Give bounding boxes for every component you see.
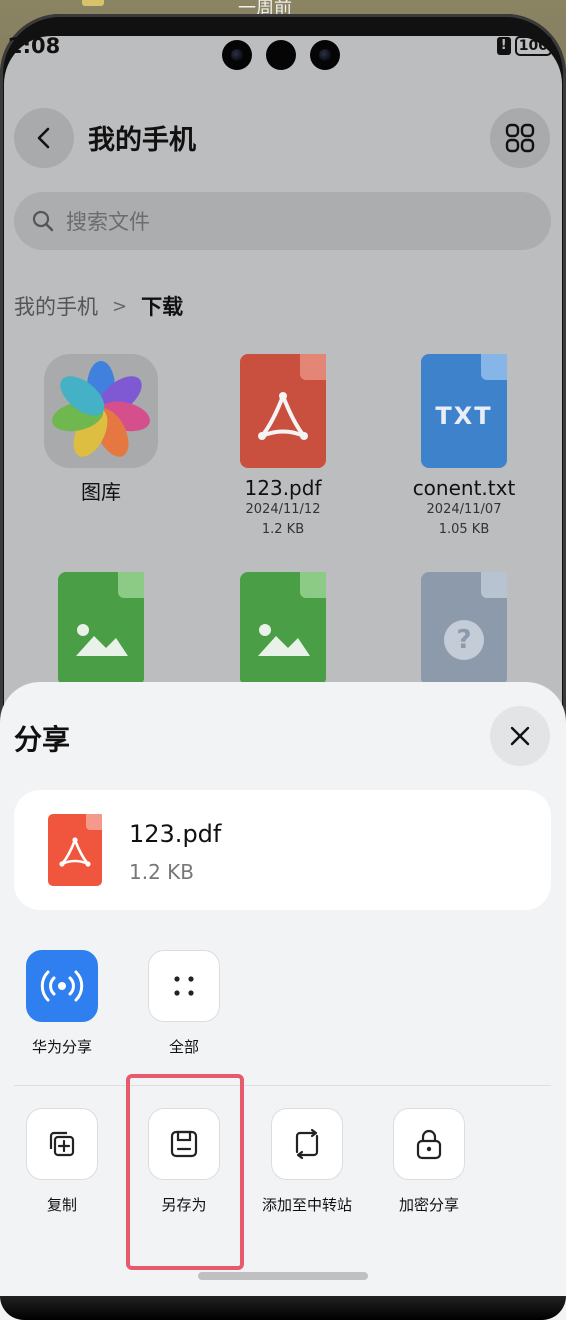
divider [14, 1085, 551, 1086]
copy-icon [26, 1108, 98, 1180]
file-date: 2024/11/07 [426, 502, 502, 517]
txt-icon: TXT [421, 354, 507, 468]
pdf-icon [48, 814, 102, 886]
share-sheet: 分享 123.pdf 1.2 KB 华为分享 全部 复制 另存为 添加至中转站 … [0, 682, 566, 1320]
file-name: 图库 [81, 480, 121, 504]
device-frame-bottom [0, 1296, 566, 1320]
action-copy[interactable]: 复制 [2, 1108, 122, 1215]
shared-file-card: 123.pdf 1.2 KB [14, 790, 551, 910]
share-target-huawei[interactable]: 华为分享 [2, 950, 122, 1057]
chevron-right-icon: > [112, 295, 128, 317]
search-input[interactable]: 搜索文件 [14, 192, 551, 250]
file-item-txt[interactable]: TXT conent.txt 2024/11/07 1.05 KB [379, 354, 549, 540]
unknown-file-icon: ? [421, 572, 507, 686]
page-title: 我的手机 [88, 125, 196, 156]
action-label: 复制 [46, 1196, 77, 1214]
pdf-icon [240, 354, 326, 468]
home-indicator[interactable] [198, 1272, 368, 1280]
gallery-icon [44, 354, 158, 468]
grid-view-icon [505, 123, 535, 153]
share-target-label: 全部 [168, 1038, 199, 1056]
close-icon [510, 726, 530, 746]
image-file-icon [58, 572, 144, 686]
search-icon [32, 210, 54, 232]
shared-file-size: 1.2 KB [129, 860, 194, 884]
file-name: conent.txt [412, 476, 516, 500]
file-item-image[interactable] [198, 572, 368, 686]
shared-file-name: 123.pdf [129, 820, 222, 848]
alert-icon: ! [496, 37, 511, 55]
file-size: 1.2 KB [261, 522, 305, 537]
breadcrumb-root[interactable]: 我的手机 [14, 291, 98, 321]
action-label: 添加至中转站 [261, 1196, 352, 1214]
status-time: 2:08 [8, 34, 61, 58]
back-button[interactable] [14, 108, 74, 168]
file-item-unknown[interactable]: ? [379, 572, 549, 686]
transfer-station-icon [271, 1108, 343, 1180]
notification-app-icon [82, 0, 104, 6]
search-placeholder: 搜索文件 [66, 210, 150, 234]
share-target-label: 华为分享 [31, 1038, 92, 1056]
txt-badge: TXT [435, 402, 493, 430]
breadcrumb: 我的手机 > 下载 [14, 291, 183, 321]
action-encrypted-share[interactable]: 加密分享 [369, 1108, 489, 1215]
share-target-all[interactable]: 全部 [124, 950, 244, 1057]
view-mode-button[interactable] [490, 108, 550, 168]
camera-lens-icon [310, 40, 340, 70]
camera-lens-icon [222, 40, 252, 70]
file-size: 1.05 KB [438, 522, 490, 537]
file-item-pdf[interactable]: 123.pdf 2024/11/12 1.2 KB [198, 354, 368, 540]
lock-icon [393, 1108, 465, 1180]
file-date: 2024/11/12 [245, 502, 321, 517]
highlight-box [126, 1074, 244, 1270]
image-file-icon [240, 572, 326, 686]
battery-indicator: 100 [514, 36, 552, 56]
file-name: 123.pdf [244, 476, 322, 500]
close-button[interactable] [490, 706, 550, 766]
huawei-share-icon [26, 950, 98, 1022]
action-add-to-transfer[interactable]: 添加至中转站 [247, 1108, 367, 1215]
breadcrumb-current: 下载 [141, 295, 184, 319]
action-label: 加密分享 [398, 1196, 459, 1214]
question-badge: ? [444, 620, 484, 660]
status-indicators: ! 100 [496, 36, 552, 56]
camera-sensor-icon [266, 40, 296, 70]
file-item-gallery[interactable]: 图库 [16, 354, 186, 505]
chevron-left-icon [37, 127, 50, 149]
sheet-title: 分享 [14, 723, 71, 756]
file-item-image[interactable] [16, 572, 186, 686]
more-dots-icon [148, 950, 220, 1022]
